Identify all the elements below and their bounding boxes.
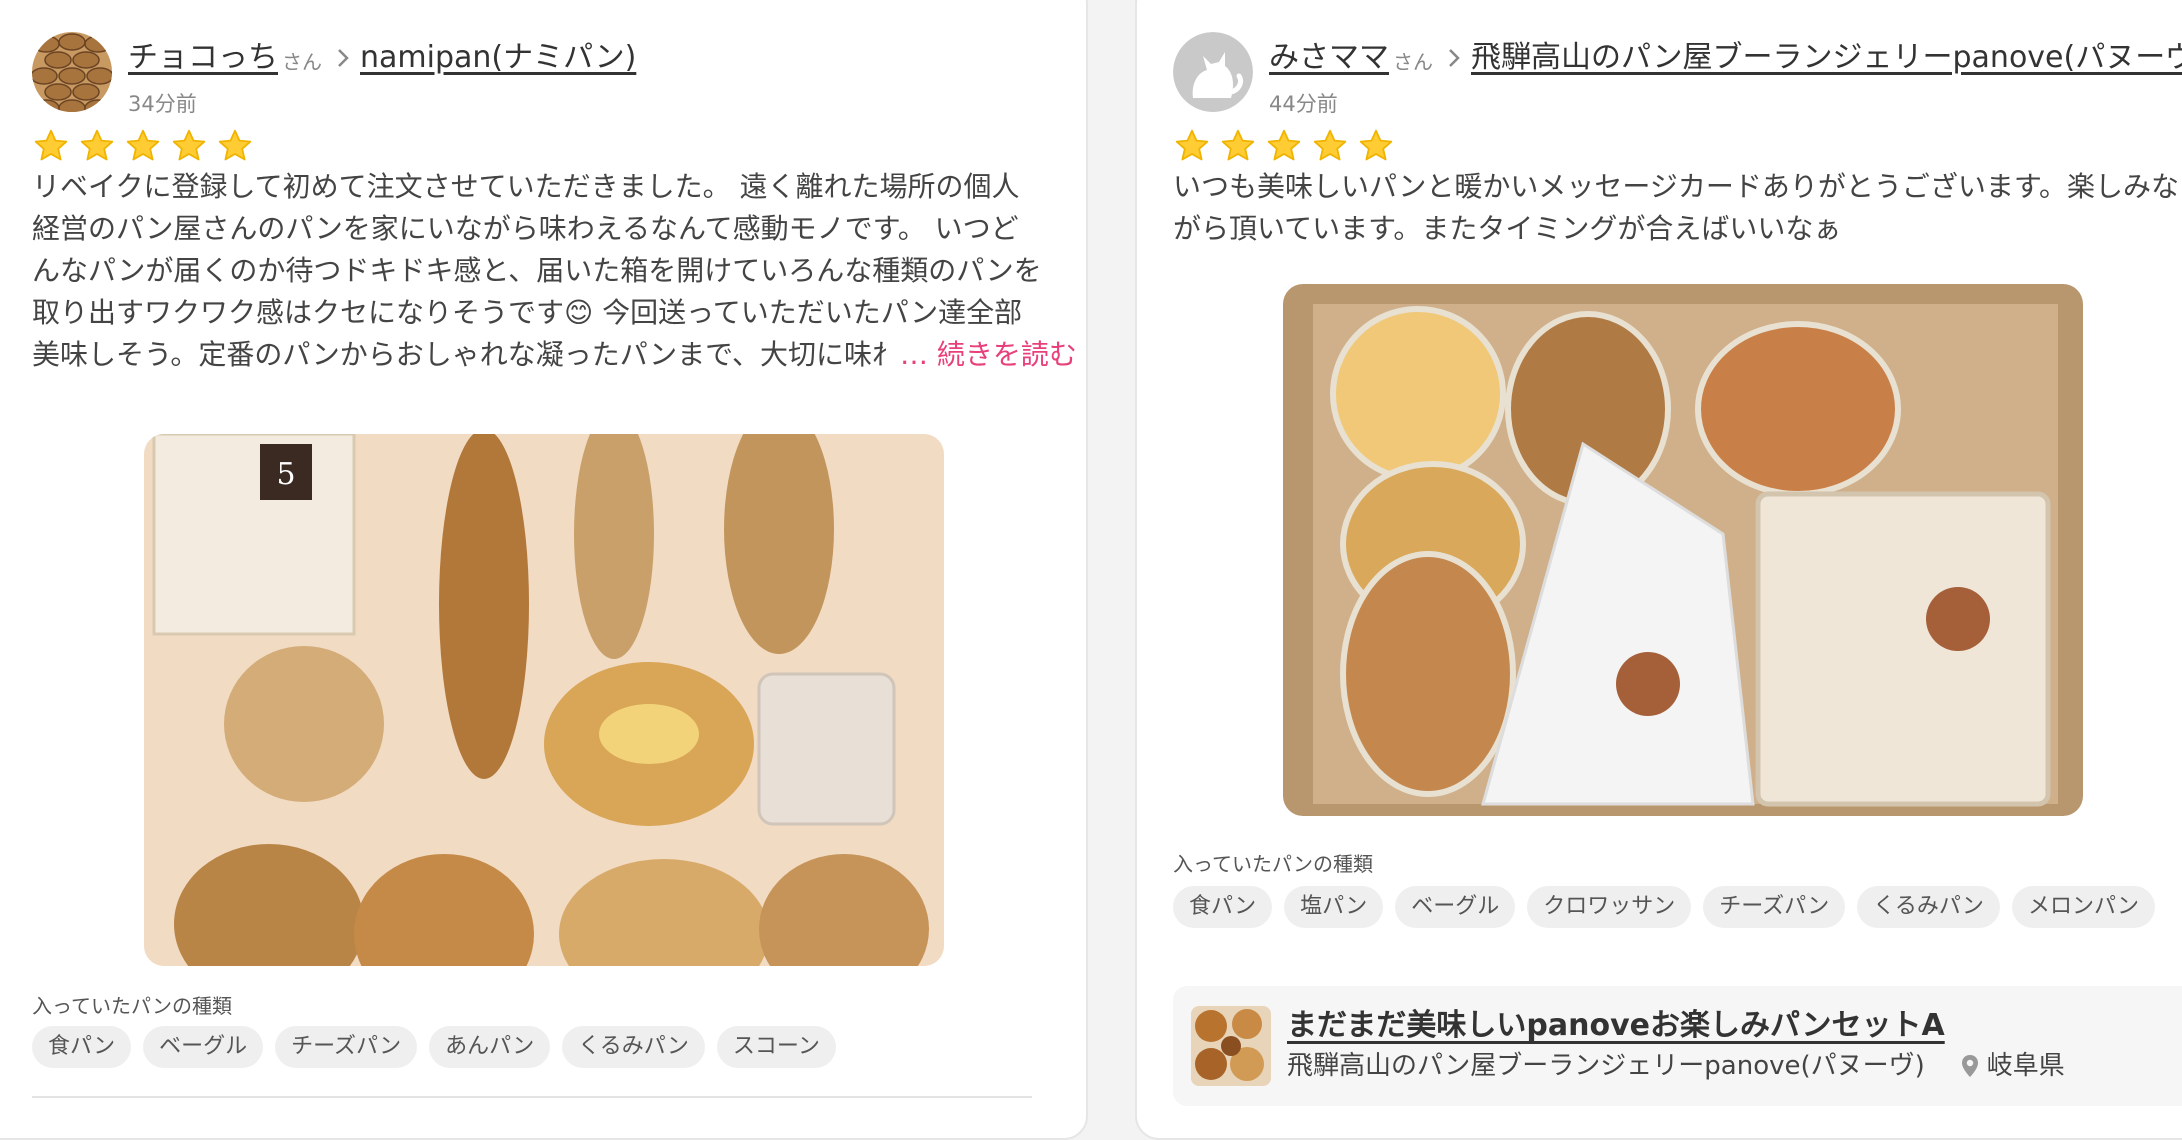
review-header: チョコっち さん namipan(ナミパン) 34分前 [32, 32, 636, 118]
bread-tag-list: 食パン ベーグル チーズパン あんパン くるみパン スコーン [32, 1026, 836, 1068]
star-icon [80, 129, 114, 161]
bread-box-photo-icon [1283, 284, 2083, 816]
user-avatar[interactable] [32, 32, 112, 112]
read-more-link[interactable]: … 続きを読む [886, 334, 1077, 376]
bread-tag[interactable]: ベーグル [1395, 886, 1516, 928]
product-title[interactable]: まだまだ美味しいpanoveお楽しみパンセットA [1287, 1006, 2065, 1046]
product-location: 岐阜県 [1986, 1051, 2065, 1081]
review-card: チョコっち さん namipan(ナミパン) 34分前 リベイクに登録して初めて… [0, 0, 1088, 1140]
name-line: チョコっち さん namipan(ナミパン) [128, 34, 636, 82]
bread-tag[interactable]: クロワッサン [1527, 886, 1692, 928]
star-icon [34, 129, 68, 161]
location-pin-icon [1961, 1055, 1978, 1077]
star-icon [1221, 129, 1255, 161]
review-meta: みさママ さん 飛騨高山のパン屋ブーランジェリーpanove(パヌーヴ) 44分… [1269, 32, 2182, 118]
bread-tag[interactable]: 食パン [32, 1026, 132, 1068]
bread-tag[interactable]: 食パン [1173, 886, 1273, 928]
review-body: いつも美味しいパンと暖かいメッセージカードありがとうございます。楽しみながら頂い… [1173, 170, 2180, 245]
star-icon [1313, 129, 1347, 161]
bread-tag-list: 食パン 塩パン ベーグル クロワッサン チーズパン くるみパン メロンパン [1173, 886, 2156, 928]
divider [32, 1096, 1032, 1098]
bread-tag[interactable]: メロンパン [2011, 886, 2156, 928]
star-icon [1359, 129, 1393, 161]
posted-time: 34分前 [128, 92, 197, 116]
product-card[interactable]: まだまだ美味しいpanoveお楽しみパンセットA 飛騨高山のパン屋ブーランジェリ… [1173, 986, 2182, 1106]
default-cat-avatar-icon [1173, 32, 1253, 112]
product-info: まだまだ美味しいpanoveお楽しみパンセットA 飛騨高山のパン屋ブーランジェリ… [1287, 1006, 2065, 1086]
bread-kinds-label: 入っていたパンの種類 [32, 994, 232, 1018]
product-thumbnail[interactable] [1191, 1006, 1271, 1086]
bread-tag[interactable]: チーズパン [275, 1026, 418, 1068]
bread-assortment-photo-icon: 5 [144, 434, 944, 966]
star-rating [1173, 128, 1395, 164]
review-card: みさママ さん 飛騨高山のパン屋ブーランジェリーpanove(パヌーヴ) 44分… [1135, 0, 2182, 1140]
honorific: さん [282, 50, 322, 74]
bread-tag[interactable]: 塩パン [1284, 886, 1384, 928]
bread-tag[interactable]: くるみパン [1857, 886, 2000, 928]
review-meta: チョコっち さん namipan(ナミパン) 34分前 [128, 32, 636, 118]
product-bread-icon [1191, 1006, 1271, 1086]
reviewer-name[interactable]: チョコっち [128, 38, 278, 78]
bread-kinds-label: 入っていたパンの種類 [1173, 852, 1373, 876]
product-subline: 飛騨高山のパン屋ブーランジェリーpanove(パヌーヴ) 岐阜県 [1287, 1046, 2065, 1086]
svg-text:5: 5 [276, 457, 295, 492]
chevron-right-icon [1449, 49, 1460, 67]
star-icon [218, 129, 252, 161]
posted-time: 44分前 [1269, 92, 1338, 116]
shop-link[interactable]: namipan(ナミパン) [360, 38, 636, 78]
star-rating [32, 128, 254, 164]
user-avatar[interactable] [1173, 32, 1253, 112]
review-photo[interactable]: 5 [144, 434, 944, 966]
bread-tag[interactable]: くるみパン [562, 1026, 705, 1068]
reviewer-name[interactable]: みさママ [1269, 38, 1389, 78]
star-icon [126, 129, 160, 161]
product-shop: 飛騨高山のパン屋ブーランジェリーpanove(パヌーヴ) [1287, 1051, 1925, 1081]
bread-tag[interactable]: スコーン [716, 1026, 836, 1068]
shop-link[interactable]: 飛騨高山のパン屋ブーランジェリーpanove(パヌーヴ) [1471, 38, 2182, 78]
star-icon [1267, 129, 1301, 161]
cookie-avatar-icon [32, 32, 112, 112]
chevron-right-icon [338, 49, 349, 67]
review-photo[interactable] [1283, 284, 2083, 816]
star-icon [172, 129, 206, 161]
bread-tag[interactable]: ベーグル [143, 1026, 264, 1068]
bread-tag[interactable]: あんパン [429, 1026, 551, 1068]
star-icon [1175, 129, 1209, 161]
review-header: みさママ さん 飛騨高山のパン屋ブーランジェリーpanove(パヌーヴ) 44分… [1173, 32, 2182, 118]
name-line: みさママ さん 飛騨高山のパン屋ブーランジェリーpanove(パヌーヴ) [1269, 34, 2182, 82]
honorific: さん [1393, 50, 1433, 74]
bread-tag[interactable]: チーズパン [1703, 886, 1846, 928]
